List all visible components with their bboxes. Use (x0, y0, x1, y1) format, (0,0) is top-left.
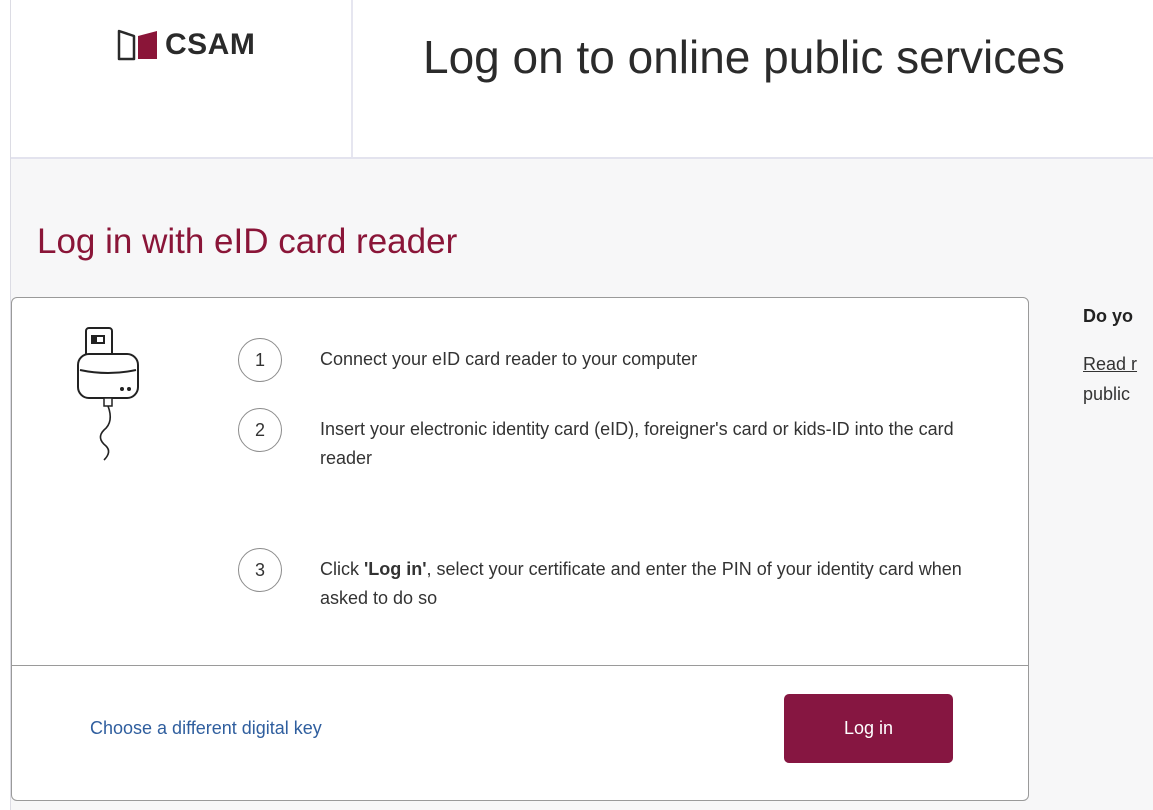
aside-heading: Do yo (1083, 306, 1134, 326)
step-text: Connect your eID card reader to your com… (320, 349, 698, 369)
login-card: 1 Connect your eID card reader to your c… (11, 297, 1029, 801)
csam-logo[interactable]: CSAM (117, 28, 255, 62)
csam-logo-icon (117, 29, 157, 61)
page-frame: CSAM Log on to online public services Lo… (10, 0, 1153, 810)
aside-text: Read r public (1083, 349, 1153, 409)
step-2: 2 Insert your electronic identity card (… (238, 408, 1010, 473)
step-text-bold: 'Log in' (364, 559, 427, 579)
step-text-part: Click (320, 559, 364, 579)
step-number: 2 (238, 408, 282, 452)
step-number: 3 (238, 548, 282, 592)
card-reader-icon (77, 327, 139, 461)
step-number: 1 (238, 338, 282, 382)
section-title: Log in with eID card reader (37, 222, 458, 261)
logo-text: CSAM (165, 28, 256, 61)
choose-different-key-link[interactable]: Choose a different digital key (90, 718, 322, 739)
page-title: Log on to online public services (423, 31, 1065, 83)
step-1: 1 Connect your eID card reader to your c… (238, 338, 1010, 382)
header: CSAM Log on to online public services (11, 0, 1153, 159)
step-text: Insert your electronic identity card (eI… (320, 419, 954, 468)
aside-read-more-link[interactable]: Read r (1083, 354, 1137, 374)
card-footer: Choose a different digital key Log in (12, 665, 1028, 802)
aside-panel: Do yo Read r public (1083, 306, 1153, 409)
aside-line: public (1083, 384, 1131, 404)
step-3: 3 Click 'Log in', select your certificat… (238, 548, 980, 613)
logo-area: CSAM (11, 0, 353, 157)
log-in-button[interactable]: Log in (784, 694, 953, 763)
step-text: Click 'Log in', select your certificate … (320, 555, 980, 613)
card-reader-illustration (72, 326, 144, 471)
